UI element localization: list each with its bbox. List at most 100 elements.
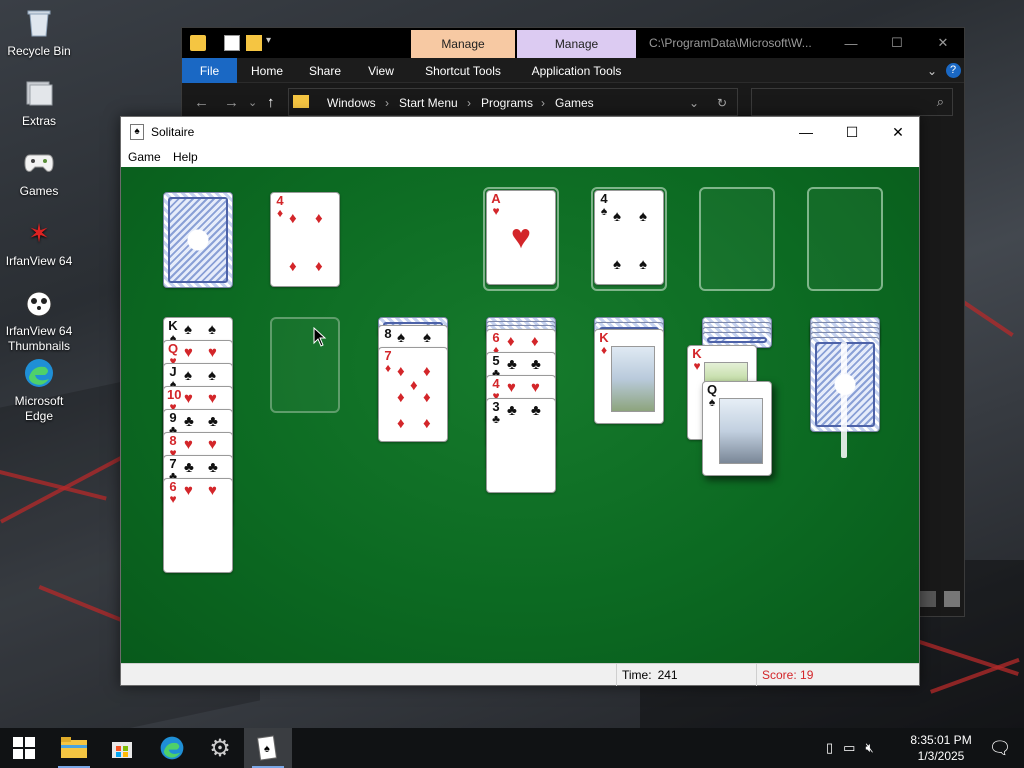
- close-icon[interactable]: ✕: [875, 117, 921, 147]
- ribbon-tab-application-tools[interactable]: Application Tools: [517, 58, 636, 83]
- solitaire-window[interactable]: ♠ Solitaire — ☐ ✕ Game Help 4 ♦ ♦ ♦ ♦ ♦: [120, 116, 920, 686]
- taskbar-edge[interactable]: [148, 728, 196, 768]
- game-board[interactable]: 4 ♦ ♦ ♦ ♦ ♦ A ♥ ♥ 4 ♠ ♠ ♠ ♠ ♠ K ♠ ♠ ♠ Q …: [121, 167, 919, 663]
- forward-arrow-icon[interactable]: →: [224, 94, 239, 111]
- breadcrumb-programs[interactable]: Programs: [481, 96, 533, 110]
- desktop-icon-recycle-bin[interactable]: Recycle Bin: [0, 6, 78, 59]
- menu-help[interactable]: Help: [173, 150, 198, 164]
- close-icon[interactable]: ✕: [920, 28, 966, 58]
- stock-pile[interactable]: [163, 192, 233, 288]
- edge-icon: [22, 356, 56, 390]
- card-suit: ♠: [708, 395, 716, 409]
- clock[interactable]: 8:35:01 PM 1/3/2025: [906, 732, 976, 764]
- score-display: Score: 19: [756, 664, 919, 686]
- explorer-title-bar[interactable]: ▾ Manage Manage C:\ProgramData\Microsoft…: [182, 28, 964, 58]
- svg-text:♠: ♠: [264, 743, 270, 755]
- ribbon-tab-share[interactable]: Share: [298, 58, 352, 83]
- taskbar-store[interactable]: [98, 728, 146, 768]
- desktop-icon-extras[interactable]: Extras: [0, 76, 78, 129]
- details-view-icon[interactable]: [919, 591, 936, 607]
- foundation-slot-4[interactable]: [807, 187, 883, 291]
- pip: ♦: [289, 258, 297, 275]
- card-index: K ♦: [598, 331, 610, 356]
- queen-artwork: [719, 398, 763, 464]
- minimize-icon[interactable]: —: [783, 117, 829, 147]
- settings-gear-icon: ⚙: [209, 734, 231, 762]
- chevron-down-icon[interactable]: ▾: [266, 35, 282, 51]
- maximize-icon[interactable]: ☐: [829, 117, 875, 147]
- pip: ♦: [289, 210, 297, 227]
- desktop-icon-irfanview-thumbnails[interactable]: IrfanView 64 Thumbnails: [0, 286, 78, 354]
- taskbar-settings[interactable]: ⚙: [196, 728, 244, 768]
- card-center-pip: ♥: [510, 218, 532, 256]
- foundation-card-spades[interactable]: 4 ♠ ♠ ♠ ♠ ♠: [594, 190, 664, 285]
- new-folder-icon[interactable]: [246, 35, 262, 51]
- time-label: Time:: [622, 668, 652, 682]
- pip: ♥: [208, 482, 217, 499]
- pip: ♣: [184, 413, 194, 430]
- pip: ♠: [208, 321, 216, 338]
- pip: ♥: [208, 436, 217, 453]
- up-arrow-icon[interactable]: ↑: [267, 94, 275, 111]
- pip: ♥: [208, 390, 217, 407]
- search-input[interactable]: ⌕: [751, 88, 953, 116]
- tableau-pile-2-empty[interactable]: [270, 317, 340, 413]
- card-suit: ♣: [492, 412, 500, 426]
- tableau-card[interactable]: 6 ♥ ♥ ♥: [163, 478, 233, 573]
- waste-pile-card[interactable]: 4 ♦ ♦ ♦ ♦ ♦: [270, 192, 340, 287]
- breadcrumb-start-menu[interactable]: Start Menu: [399, 96, 458, 110]
- notification-icon: 🗨︎: [988, 737, 1012, 758]
- large-icons-view-icon[interactable]: [944, 591, 960, 607]
- ribbon-tab-view[interactable]: View: [354, 58, 408, 83]
- maximize-icon[interactable]: ☐: [874, 28, 920, 58]
- help-icon[interactable]: ?: [944, 58, 962, 83]
- foundation-card-hearts[interactable]: A ♥ ♥: [486, 190, 556, 285]
- minimize-icon[interactable]: —: [828, 28, 874, 58]
- volume-muted-icon[interactable]: 🔇︎: [865, 740, 873, 756]
- king-artwork: [611, 346, 655, 412]
- breadcrumb-games[interactable]: Games: [555, 96, 594, 110]
- taskbar-file-explorer[interactable]: [50, 728, 98, 768]
- menu-game[interactable]: Game: [128, 150, 161, 164]
- solitaire-title-bar[interactable]: ♠ Solitaire — ☐ ✕: [121, 117, 919, 147]
- card-index: 3 ♣: [490, 400, 502, 425]
- back-arrow-icon[interactable]: ←: [194, 94, 209, 111]
- pip: ♠: [184, 367, 192, 384]
- chevron-down-icon[interactable]: ⌄: [248, 96, 257, 109]
- ribbon-tab-home[interactable]: Home: [240, 58, 294, 83]
- desktop-icon-edge[interactable]: Microsoft Edge: [0, 356, 78, 424]
- start-button[interactable]: [0, 728, 48, 768]
- breadcrumb-separator-icon: ›: [467, 96, 471, 110]
- tableau-card[interactable]: 3 ♣ ♣ ♣: [486, 398, 556, 493]
- taskbar-solitaire[interactable]: ♠: [244, 728, 292, 768]
- tableau-card-king-diamonds[interactable]: K ♦: [594, 329, 664, 424]
- clock-date: 1/3/2025: [917, 749, 965, 763]
- folder-icon: [22, 76, 56, 110]
- time-value: 241: [657, 668, 678, 682]
- breadcrumb-windows[interactable]: Windows: [327, 96, 376, 110]
- dragged-card-queen-spades[interactable]: Q ♠: [702, 381, 772, 476]
- foundation-slot-3[interactable]: [699, 187, 775, 291]
- manage-tab-application[interactable]: Manage: [517, 30, 636, 58]
- manage-tab-shortcut[interactable]: Manage: [411, 30, 515, 58]
- address-bar[interactable]: Windows › Start Menu › Programs › Games …: [288, 88, 738, 116]
- desktop-icon-irfanview[interactable]: ✶ IrfanView 64: [0, 216, 78, 269]
- solitaire-icon: ♠: [130, 124, 144, 140]
- chevron-down-icon[interactable]: ⌄: [689, 96, 699, 110]
- pip: ♦: [410, 377, 418, 394]
- usb-icon[interactable]: ▯: [826, 740, 833, 756]
- ribbon-tab-shortcut-tools[interactable]: Shortcut Tools: [411, 58, 515, 83]
- desktop-icon-games[interactable]: Games: [0, 146, 78, 199]
- pip: ♣: [531, 402, 541, 419]
- view-toggle: [919, 591, 960, 612]
- action-center-button[interactable]: 🗨︎: [976, 728, 1024, 768]
- ribbon-tab-file[interactable]: File: [182, 58, 237, 83]
- network-icon[interactable]: ▭: [843, 740, 855, 756]
- status-bar: Time: 241 Score: 19: [121, 663, 919, 686]
- chevron-down-icon[interactable]: ⌄: [922, 58, 942, 83]
- pip: ♦: [531, 333, 539, 350]
- pip: ♠: [613, 208, 621, 225]
- refresh-icon[interactable]: ↻: [717, 96, 727, 110]
- properties-icon[interactable]: [224, 35, 240, 51]
- tableau-card-7-diamonds[interactable]: 7 ♦ ♦ ♦ ♦ ♦ ♦ ♦ ♦: [378, 347, 448, 442]
